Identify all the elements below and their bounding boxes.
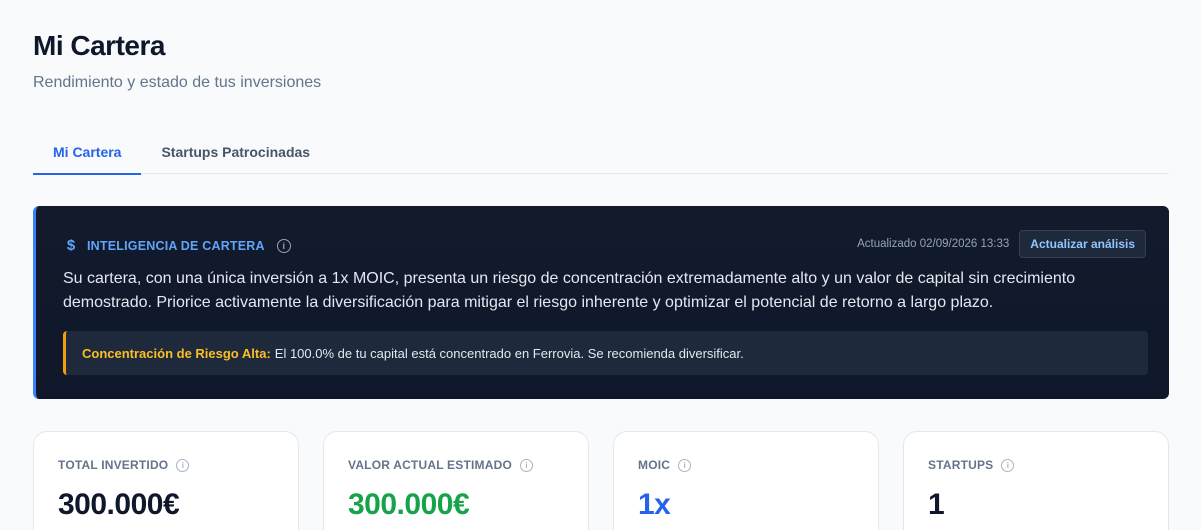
info-icon[interactable]: i [678, 458, 692, 472]
stat-value: 300.000€ [348, 488, 470, 521]
stat-value: 300.000€ [58, 488, 180, 521]
stat-card-moic: MOIC i 1x [613, 431, 879, 530]
stat-value: 1 [928, 488, 945, 521]
stat-label: TOTAL INVERTIDO [58, 458, 169, 472]
intelligence-label: INTELIGENCIA DE CARTERA [87, 238, 265, 253]
last-updated-timestamp: Actualizado 02/09/2026 13:33 [857, 238, 1010, 250]
stat-value: 1x [638, 488, 671, 521]
info-icon[interactable]: i [276, 238, 291, 253]
info-icon[interactable]: i [519, 458, 533, 472]
stat-card-startups: STARTUPS i 1 [903, 431, 1169, 530]
stat-card-current-value: VALOR ACTUAL ESTIMADO i 300.000€ [323, 431, 589, 530]
stat-label: STARTUPS [928, 458, 994, 472]
stats-row: TOTAL INVERTIDO i 300.000€ VALOR ACTUAL … [33, 431, 1169, 530]
stat-card-total-invested: TOTAL INVERTIDO i 300.000€ [33, 431, 299, 530]
intelligence-summary: Su cartera, con una única inversión a 1x… [63, 270, 1076, 311]
stat-label: MOIC [638, 458, 671, 472]
refresh-analysis-button[interactable]: Actualizar análisis [1019, 230, 1146, 258]
intelligence-header: $ INTELIGENCIA DE CARTERA i [63, 237, 291, 254]
portfolio-intelligence-panel: $ INTELIGENCIA DE CARTERA i Actualizado … [33, 206, 1169, 399]
tab-bar: Mi Cartera Startups Patrocinadas [33, 130, 1169, 175]
page-title: Mi Cartera [33, 30, 165, 61]
concentration-risk-alert: Concentración de Riesgo Alta: El 100.0% … [63, 331, 1148, 375]
tab-mi-cartera[interactable]: Mi Cartera [33, 130, 142, 175]
info-icon[interactable]: i [176, 458, 190, 472]
alert-text: El 100.0% de tu capital está concentrado… [274, 345, 744, 361]
dollar-icon: $ [66, 237, 76, 254]
tab-startups-patrocinadas[interactable]: Startups Patrocinadas [141, 130, 330, 174]
intelligence-meta: Actualizado 02/09/2026 13:33 Actualizar … [857, 230, 1146, 258]
info-icon[interactable]: i [1001, 458, 1015, 472]
page-subtitle: Rendimiento y estado de tus inversiones [33, 74, 322, 91]
alert-title: Concentración de Riesgo Alta: [82, 345, 271, 361]
stat-label: VALOR ACTUAL ESTIMADO [348, 458, 512, 472]
portfolio-page: Mi Cartera Rendimiento y estado de tus i… [0, 0, 1201, 530]
